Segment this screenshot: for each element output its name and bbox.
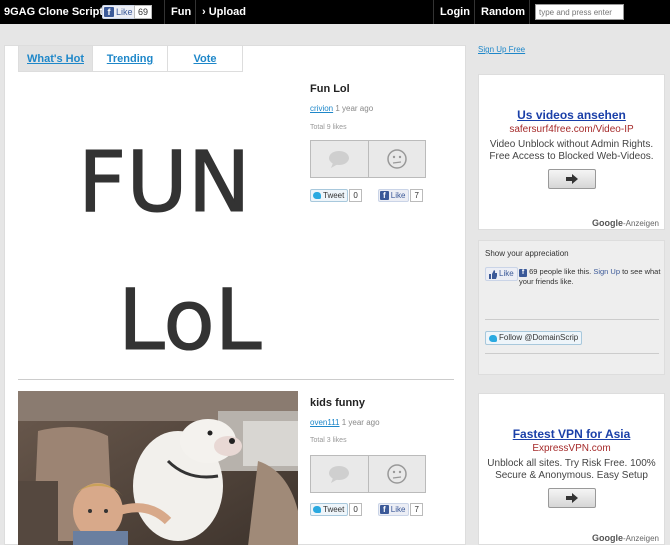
share-row: Tweet 0 f Like 7 (310, 502, 423, 516)
ad-url[interactable]: ExpressVPN.com (479, 443, 664, 454)
post-time: 1 year ago (333, 104, 374, 113)
google-label: Google (591, 218, 623, 228)
google-label: Google (591, 533, 623, 543)
appreciation-divider (485, 319, 659, 320)
tweet-label: Tweet (323, 504, 345, 514)
twitter-bird-icon (313, 505, 321, 513)
nav-random[interactable]: Random (481, 0, 525, 24)
tab-bar: What's Hot Trending Vote (18, 46, 243, 72)
post-title[interactable]: kids funny (310, 397, 365, 409)
tweet-button[interactable]: Tweet (310, 188, 349, 202)
facebook-like-button[interactable]: f Like (377, 502, 410, 516)
nav-separator (474, 0, 475, 24)
like-count: 7 (410, 188, 423, 202)
tweet-count: 0 (349, 502, 362, 516)
like-label: Like (390, 190, 406, 200)
comment-button[interactable] (311, 456, 368, 492)
facebook-icon: f (379, 190, 389, 200)
like-count: 69 (134, 5, 153, 19)
ad-arrow-button[interactable] (547, 169, 596, 189)
top-navigation-bar: 9GAG Clone Script f Like 69 Fun › Upload… (0, 0, 670, 24)
post-divider (18, 379, 454, 380)
arrow-right-icon (565, 174, 578, 184)
tab-trending[interactable]: Trending (93, 46, 168, 72)
post-likes-count: Total 9 likes (310, 124, 347, 131)
twitter-bird-icon (489, 334, 497, 342)
meh-vote-button[interactable] (367, 456, 425, 492)
nav-login[interactable]: Login (440, 0, 470, 24)
ad-arrow-button[interactable] (547, 488, 596, 508)
facebook-like-button[interactable]: f Like (377, 188, 410, 202)
sign-up-link[interactable]: Sign Up Free (478, 45, 525, 54)
facebook-icon: f (379, 504, 389, 514)
ad-url[interactable]: safersurf4free.com/Video-IP (479, 124, 664, 135)
nav-fun[interactable]: Fun (171, 0, 191, 24)
ad-box[interactable]: Fastest VPN for Asia ExpressVPN.com Unbl… (478, 393, 665, 545)
ad-attribution[interactable]: Google-Anzeigen (592, 533, 659, 543)
tweet-count: 0 (349, 188, 362, 202)
facebook-icon: f (519, 269, 527, 277)
post-time: 1 year ago (339, 418, 380, 427)
site-brand-link[interactable]: 9GAG Clone Script (4, 0, 103, 24)
ads-label: -Anzeigen (622, 219, 659, 228)
post-author-link[interactable]: crivion (310, 104, 333, 113)
appreciation-text: f 69 people like this. Sign Up to see wh… (519, 267, 661, 286)
main-content: What's Hot Trending Vote FUN LoL Fun Lol… (4, 45, 466, 545)
twitter-bird-icon (313, 191, 321, 199)
facebook-like-button[interactable]: f Like (102, 5, 137, 19)
meh-face-icon (387, 149, 407, 169)
ad-description: Unblock all sites. Try Risk Free. 100% S… (487, 458, 656, 481)
share-row: Tweet 0 f Like 7 (310, 188, 423, 202)
arrow-right-icon (565, 493, 578, 503)
comment-bubble-icon (329, 466, 350, 483)
post-image-kids-funny[interactable] (18, 391, 298, 545)
like-count: 7 (410, 502, 423, 516)
fb-sign-up-link[interactable]: Sign Up (593, 267, 620, 276)
post-image-text-line1: FUN (78, 133, 251, 231)
tweet-button[interactable]: Tweet (310, 502, 349, 516)
post-image-fun-lol[interactable]: FUN LoL (18, 91, 298, 376)
follow-label: Follow @DomainScrip (499, 333, 579, 342)
ad-box[interactable]: Us videos ansehen safersurf4free.com/Vid… (478, 74, 665, 230)
ad-attribution[interactable]: Google-Anzeigen (592, 218, 659, 228)
nav-separator (164, 0, 165, 24)
post-likes-count: Total 3 likes (310, 437, 347, 444)
post-image-text-line2: LoL (118, 271, 262, 369)
meh-vote-button[interactable] (367, 141, 425, 177)
ad-title[interactable]: Fastest VPN for Asia (479, 427, 664, 441)
nav-upload[interactable]: › Upload (202, 0, 246, 24)
appreciation-box: Show your appreciation Like f 69 people … (478, 240, 665, 375)
tab-vote[interactable]: Vote (168, 46, 243, 72)
like-label: Like (116, 7, 133, 17)
post-meta: oven111 1 year ago (310, 418, 380, 427)
ads-label: -Anzeigen (622, 534, 659, 543)
facebook-like-button[interactable]: Like (485, 267, 518, 281)
thumbs-up-icon (489, 269, 497, 279)
meh-face-icon (387, 464, 407, 484)
like-label: Like (390, 504, 406, 514)
ad-description: Video Unblock without Admin Rights. Free… (489, 139, 654, 162)
comment-bubble-icon (329, 151, 350, 168)
nav-separator (529, 0, 530, 24)
post-author-link[interactable]: oven111 (310, 418, 340, 427)
nav-separator (433, 0, 434, 24)
tweet-label: Tweet (323, 190, 345, 200)
appreciation-title: Show your appreciation (485, 249, 569, 258)
post-meta: crivion 1 year ago (310, 104, 373, 113)
nav-separator (195, 0, 196, 24)
facebook-icon: f (104, 7, 114, 17)
like-label: Like (499, 269, 514, 278)
appreciation-divider (485, 353, 659, 354)
vote-box (310, 455, 426, 493)
post-title[interactable]: Fun Lol (310, 83, 350, 95)
tab-whats-hot[interactable]: What's Hot (18, 46, 93, 72)
people-like-text: 69 people like this. (529, 267, 594, 276)
search-input[interactable] (535, 4, 624, 20)
vote-box (310, 140, 426, 178)
ad-title[interactable]: Us videos ansehen (479, 108, 664, 122)
twitter-follow-button[interactable]: Follow @DomainScrip (485, 331, 583, 345)
comment-button[interactable] (311, 141, 368, 177)
